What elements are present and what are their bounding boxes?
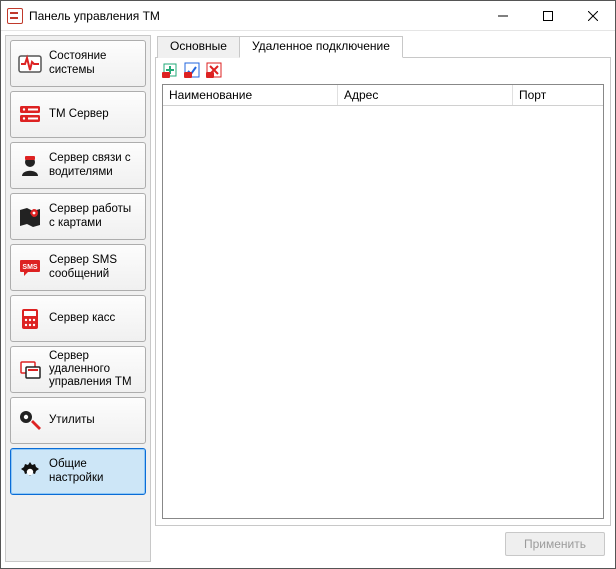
app-icon: [7, 8, 23, 24]
sidebar-item-driver-comm-server[interactable]: Сервер связи с водителями: [10, 142, 146, 189]
remote-icon: [17, 357, 43, 383]
maximize-button[interactable]: [525, 1, 570, 30]
window-controls: [480, 1, 615, 30]
tab-label: Основные: [170, 39, 227, 53]
close-button[interactable]: [570, 1, 615, 30]
sms-icon: SMS: [17, 255, 43, 281]
main-area: Основные Удаленное подключение: [155, 35, 611, 562]
sidebar-item-label: Сервер работы с картами: [49, 203, 139, 229]
sidebar-item-label: Сервер касс: [49, 312, 115, 325]
tab-basic[interactable]: Основные: [157, 36, 240, 58]
calculator-icon: [17, 306, 43, 332]
sidebar: Состояние системы ТМ Сервер Сервер связи…: [5, 35, 151, 562]
driver-icon: [17, 153, 43, 179]
sidebar-item-label: Сервер связи с водителями: [49, 152, 139, 178]
apply-button[interactable]: Применить: [505, 532, 605, 556]
sidebar-item-label: Утилиты: [49, 414, 95, 427]
wrench-gear-icon: [17, 408, 43, 434]
sidebar-item-tm-server[interactable]: ТМ Сервер: [10, 91, 146, 138]
sidebar-item-general-settings[interactable]: Общие настройки: [10, 448, 146, 495]
gear-icon: [17, 459, 43, 485]
sidebar-item-label: Общие настройки: [49, 458, 139, 484]
sidebar-item-label: Сервер удаленного управления ТМ: [49, 350, 139, 390]
sidebar-item-cash-server[interactable]: Сервер касс: [10, 295, 146, 342]
sidebar-item-maps-server[interactable]: Сервер работы с картами: [10, 193, 146, 240]
window-title: Панель управления ТМ: [29, 9, 480, 23]
list-header: Наименование Адрес Порт: [163, 85, 603, 106]
connections-list[interactable]: Наименование Адрес Порт: [162, 84, 604, 519]
minimize-button[interactable]: [480, 1, 525, 30]
svg-text:SMS: SMS: [22, 264, 38, 271]
sidebar-item-sms-server[interactable]: SMS Сервер SMS сообщений: [10, 244, 146, 291]
tab-strip: Основные Удаленное подключение: [155, 35, 611, 57]
sidebar-item-label: Сервер SMS сообщений: [49, 254, 139, 280]
sidebar-item-label: Состояние системы: [49, 50, 139, 76]
sidebar-item-utilities[interactable]: Утилиты: [10, 397, 146, 444]
client-area: Состояние системы ТМ Сервер Сервер связи…: [1, 31, 615, 568]
tab-remote-connection[interactable]: Удаленное подключение: [239, 36, 403, 58]
tab-label: Удаленное подключение: [252, 39, 390, 53]
title-bar: Панель управления ТМ: [1, 1, 615, 31]
server-icon: [17, 102, 43, 128]
sidebar-item-label: ТМ Сервер: [49, 108, 109, 121]
map-pin-icon: [17, 204, 43, 230]
col-name[interactable]: Наименование: [163, 85, 338, 105]
list-body[interactable]: [163, 106, 603, 518]
sidebar-item-system-state[interactable]: Состояние системы: [10, 40, 146, 87]
sidebar-item-remote-server[interactable]: Сервер удаленного управления ТМ: [10, 346, 146, 393]
delete-button[interactable]: [206, 62, 222, 78]
col-port[interactable]: Порт: [513, 85, 603, 105]
tab-page-remote: Наименование Адрес Порт: [155, 57, 611, 526]
heartbeat-icon: [17, 51, 43, 77]
edit-button[interactable]: [184, 62, 200, 78]
col-address[interactable]: Адрес: [338, 85, 513, 105]
footer: Применить: [155, 526, 611, 562]
add-button[interactable]: [162, 62, 178, 78]
list-toolbar: [156, 58, 610, 82]
